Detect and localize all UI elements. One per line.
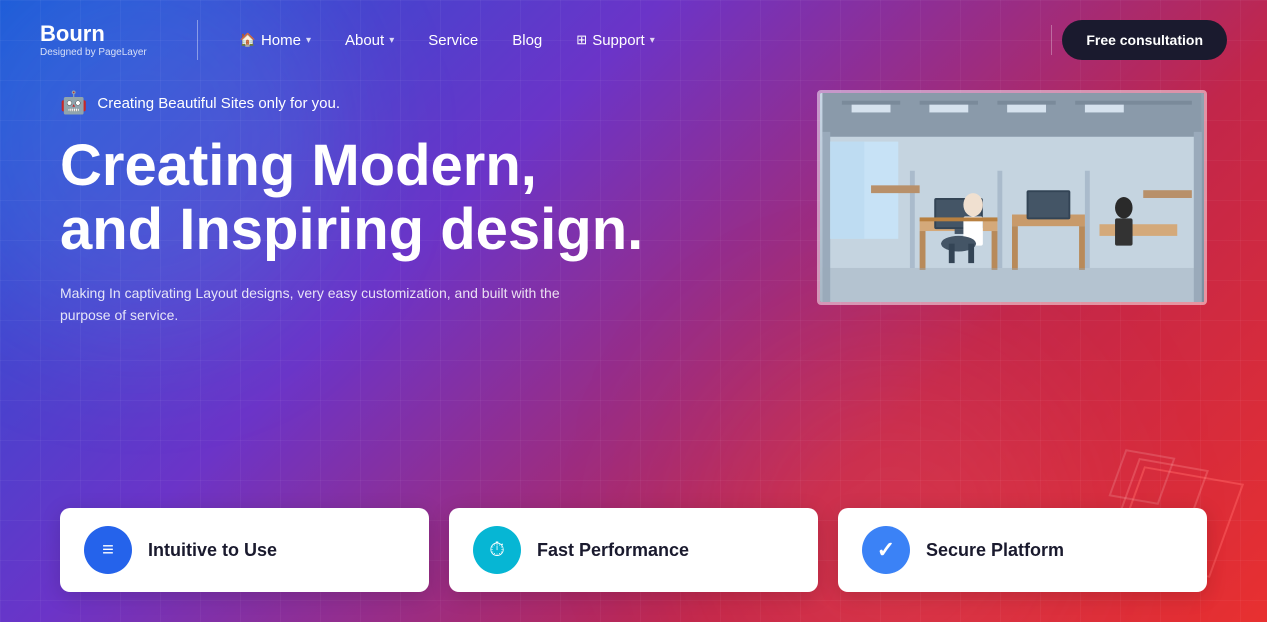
feature-card-performance[interactable]: ⏱ Fast Performance [449, 508, 818, 592]
nav-blog-label: Blog [512, 32, 542, 49]
nav-service[interactable]: Service [416, 24, 490, 57]
hero-image [817, 90, 1207, 305]
office-photo [820, 93, 1204, 302]
brand-name: Bourn [40, 22, 147, 46]
feature-card-intuitive[interactable]: ≡ Intuitive to Use [60, 508, 429, 592]
hero-description: Making In captivating Layout designs, ve… [60, 282, 560, 327]
badge-text: Creating Beautiful Sites only for you. [97, 95, 340, 112]
nav-divider [1051, 25, 1052, 55]
list-icon: ≡ [102, 539, 114, 562]
badge-icon: 🤖 [60, 90, 87, 116]
home-arrow: ▾ [306, 35, 311, 46]
nav-support-label: Support [592, 32, 645, 49]
checkmark-icon: ✓ [877, 537, 895, 563]
brand: Bourn Designed by PageLayer [40, 22, 147, 57]
intuitive-label: Intuitive to Use [148, 540, 277, 561]
speedometer-icon: ⏱ [489, 539, 505, 562]
cta-button[interactable]: Free consultation [1062, 20, 1227, 60]
nav-service-label: Service [428, 32, 478, 49]
intuitive-icon-wrap: ≡ [84, 526, 132, 574]
hero-badge: 🤖 Creating Beautiful Sites only for you. [60, 90, 710, 116]
nav-blog[interactable]: Blog [500, 24, 554, 57]
secure-label: Secure Platform [926, 540, 1064, 561]
nav-home[interactable]: 🏠 Home ▾ [228, 24, 323, 57]
nav-links: 🏠 Home ▾ About ▾ Service Blog ⊞ Support … [228, 24, 1042, 57]
support-icon: ⊞ [576, 32, 587, 48]
nav-support[interactable]: ⊞ Support ▾ [564, 24, 666, 57]
performance-icon-wrap: ⏱ [473, 526, 521, 574]
box-3d-3 [1108, 449, 1175, 505]
secure-icon-wrap: ✓ [862, 526, 910, 574]
hero-title-line2: and Inspiring design. [60, 197, 643, 262]
hero-left: 🤖 Creating Beautiful Sites only for you.… [60, 90, 710, 326]
about-arrow: ▾ [389, 35, 394, 46]
feature-cards: ≡ Intuitive to Use ⏱ Fast Performance ✓ … [60, 508, 1207, 592]
hero-section: Bourn Designed by PageLayer 🏠 Home ▾ Abo… [0, 0, 1267, 622]
hero-title: Creating Modern, and Inspiring design. [60, 134, 710, 262]
brand-divider [197, 20, 198, 60]
nav-home-label: Home [261, 32, 301, 49]
nav-about-label: About [345, 32, 384, 49]
support-arrow: ▾ [650, 35, 655, 46]
navbar: Bourn Designed by PageLayer 🏠 Home ▾ Abo… [0, 0, 1267, 80]
brand-subtitle: Designed by PageLayer [40, 47, 147, 58]
home-icon: 🏠 [240, 32, 256, 48]
hero-title-line1: Creating Modern, [60, 133, 537, 198]
feature-card-secure[interactable]: ✓ Secure Platform [838, 508, 1207, 592]
performance-label: Fast Performance [537, 540, 689, 561]
nav-about[interactable]: About ▾ [333, 24, 406, 57]
